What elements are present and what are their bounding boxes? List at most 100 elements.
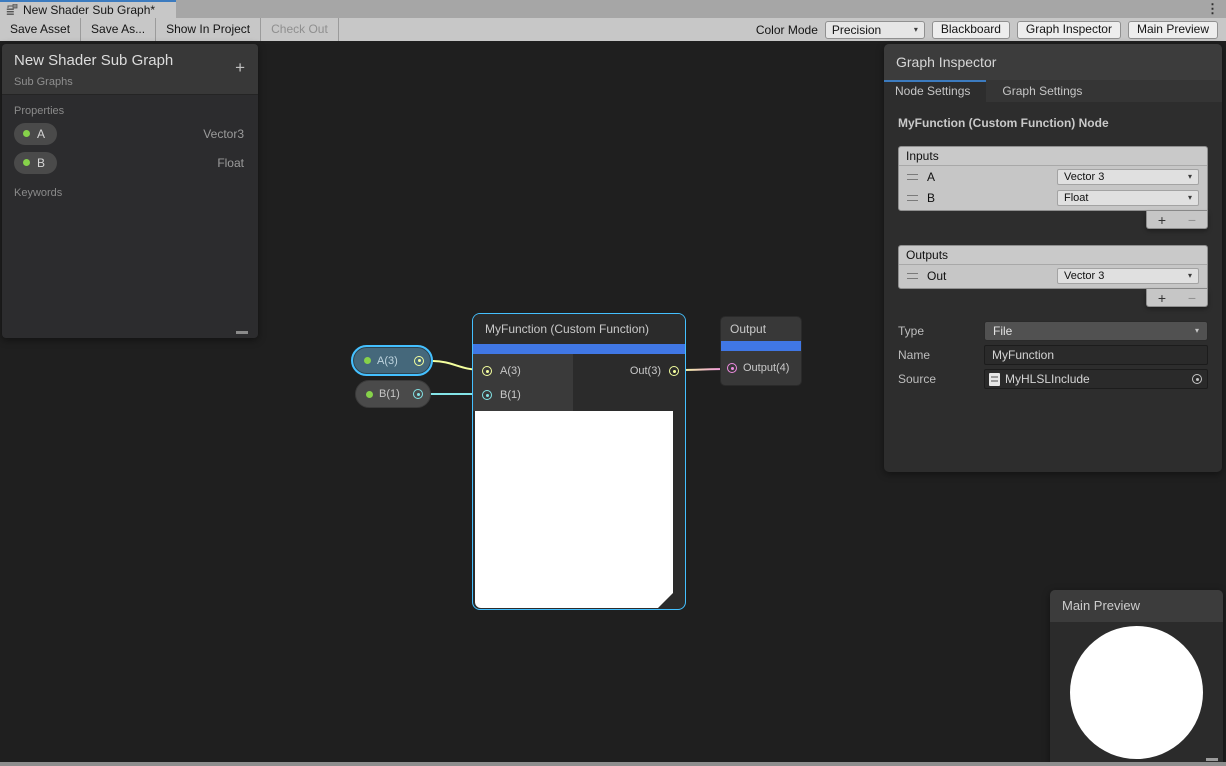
add-output-button[interactable]: + (1158, 291, 1166, 305)
graph-inspector-panel: Graph Inspector Node Settings Graph Sett… (884, 44, 1222, 472)
type-dropdown[interactable]: File ▾ (984, 321, 1208, 341)
output-port-row: Output(4) (721, 351, 801, 385)
document-tab[interactable]: New Shader Sub Graph* (0, 0, 176, 18)
outputs-row-out[interactable]: Out Vector 3 ▾ (899, 265, 1207, 286)
output-type-dropdown[interactable]: Vector 3 ▾ (1057, 268, 1199, 284)
exposed-dot-icon (23, 130, 30, 137)
main-preview-title[interactable]: Main Preview (1050, 590, 1223, 622)
blackboard-resize-handle[interactable] (236, 331, 248, 334)
color-mode-dropdown[interactable]: Precision ▾ (825, 21, 925, 39)
save-asset-button[interactable]: Save Asset (0, 18, 81, 41)
property-node-a[interactable]: A(3) (351, 345, 433, 376)
output-type-selected: Vector 3 (1064, 270, 1104, 282)
blackboard-title: New Shader Sub Graph (14, 52, 246, 69)
port-out[interactable] (669, 366, 679, 376)
inputs-row-b[interactable]: B Float ▾ (899, 187, 1207, 208)
color-mode-selected: Precision (832, 23, 881, 37)
port-input-a[interactable] (482, 366, 492, 376)
node-title[interactable]: Output (721, 317, 801, 341)
properties-section-label: Properties (14, 105, 258, 117)
input-type-selected: Vector 3 (1064, 171, 1104, 183)
chevron-down-icon: ▾ (1188, 194, 1192, 202)
main-preview-body (1050, 622, 1223, 759)
remove-output-button[interactable]: − (1188, 291, 1196, 305)
property-node-b[interactable]: B(1) (355, 380, 431, 408)
precision-color-bar (473, 344, 685, 354)
input-type-dropdown[interactable]: Vector 3 ▾ (1057, 169, 1199, 185)
type-label: Type (898, 324, 984, 338)
drag-handle-icon[interactable] (907, 195, 918, 201)
property-name: A (37, 127, 45, 141)
main-preview-toggle-button[interactable]: Main Preview (1128, 21, 1218, 39)
inputs-list: Inputs A Vector 3 ▾ B Float (898, 146, 1208, 211)
port-propB-output[interactable] (413, 389, 423, 399)
outputs-list-footer: + − (898, 289, 1208, 307)
inputs-row-a[interactable]: A Vector 3 ▾ (899, 166, 1207, 187)
save-as-button[interactable]: Save As... (81, 18, 156, 41)
add-input-button[interactable]: + (1158, 213, 1166, 227)
port-input-b[interactable] (482, 390, 492, 400)
node-preview (475, 411, 673, 608)
add-property-button[interactable]: + (235, 59, 245, 76)
drag-handle-icon[interactable] (907, 174, 918, 180)
tab-node-settings[interactable]: Node Settings (884, 80, 986, 102)
port-propA-output[interactable] (414, 356, 424, 366)
outputs-list-header: Outputs (899, 246, 1207, 265)
node-output-column: Out(3) (573, 354, 685, 411)
property-name: B (37, 156, 45, 170)
blackboard-toggle-button[interactable]: Blackboard (932, 21, 1010, 39)
preview-collapse-handle[interactable] (658, 593, 673, 608)
toolbar-right-group: Color Mode Precision ▾ Blackboard Graph … (756, 21, 1226, 39)
window-menu-icon[interactable]: ⋮ (1206, 1, 1219, 17)
input-name: A (927, 170, 1057, 184)
object-picker-button[interactable] (1187, 370, 1207, 388)
inputs-footer-buttons: + − (1146, 211, 1208, 229)
property-node-label: A(3) (377, 355, 408, 367)
input-row-a: A(3) (473, 359, 573, 383)
exposed-dot-icon (366, 391, 373, 398)
output-port-label: Out(3) (630, 365, 661, 377)
node-port-area: A(3) B(1) Out(3) (473, 354, 685, 411)
title-bar: New Shader Sub Graph* ⋮ (0, 0, 1226, 18)
keywords-section-label: Keywords (14, 187, 258, 199)
drag-handle-icon[interactable] (907, 273, 918, 279)
source-label: Source (898, 372, 984, 386)
graph-inspector-toggle-button[interactable]: Graph Inspector (1017, 21, 1121, 39)
input-port-label: A(3) (500, 365, 521, 377)
inputs-list-footer: + − (898, 211, 1208, 229)
subgraph-asset-icon (6, 4, 18, 16)
inspector-title[interactable]: Graph Inspector (884, 44, 1222, 80)
document-tab-title: New Shader Sub Graph* (23, 3, 155, 17)
show-in-project-button[interactable]: Show In Project (156, 18, 261, 41)
source-field-row: Source MyHLSLInclude (898, 369, 1208, 389)
main-preview-resize-handle[interactable] (1206, 758, 1218, 761)
source-object-field[interactable]: MyHLSLInclude (984, 369, 1208, 389)
shader-graph-window: New Shader Sub Graph* ⋮ Save Asset Save … (0, 0, 1226, 766)
property-pill-a[interactable]: A (14, 123, 57, 145)
custom-function-node[interactable]: MyFunction (Custom Function) A(3) B(1) O… (472, 313, 686, 610)
output-node[interactable]: Output Output(4) (720, 316, 802, 386)
input-row-b: B(1) (473, 383, 573, 407)
output-port-label: Output(4) (743, 362, 789, 374)
property-pill-b[interactable]: B (14, 152, 57, 174)
blackboard-header[interactable]: New Shader Sub Graph Sub Graphs + (2, 44, 258, 95)
remove-input-button[interactable]: − (1188, 213, 1196, 227)
graph-canvas[interactable]: New Shader Sub Graph Sub Graphs + Proper… (0, 41, 1226, 766)
precision-color-bar (721, 341, 801, 351)
output-row-out: Out(3) (573, 359, 685, 383)
color-mode-label: Color Mode (756, 23, 818, 37)
node-title[interactable]: MyFunction (Custom Function) (473, 314, 685, 344)
input-type-dropdown[interactable]: Float ▾ (1057, 190, 1199, 206)
property-row-a[interactable]: A Vector3 (2, 119, 258, 148)
input-port-label: B(1) (500, 389, 521, 401)
property-row-b[interactable]: B Float (2, 148, 258, 177)
tab-graph-settings[interactable]: Graph Settings (986, 80, 1098, 102)
name-field-row: Name (898, 345, 1208, 365)
chevron-down-icon: ▾ (1188, 173, 1192, 181)
check-out-button: Check Out (261, 18, 339, 41)
function-name-field[interactable] (984, 345, 1208, 365)
blackboard-panel: New Shader Sub Graph Sub Graphs + Proper… (2, 44, 258, 338)
node-input-column: A(3) B(1) (473, 354, 573, 411)
chevron-down-icon: ▾ (1195, 327, 1199, 335)
port-final-output[interactable] (727, 363, 737, 373)
